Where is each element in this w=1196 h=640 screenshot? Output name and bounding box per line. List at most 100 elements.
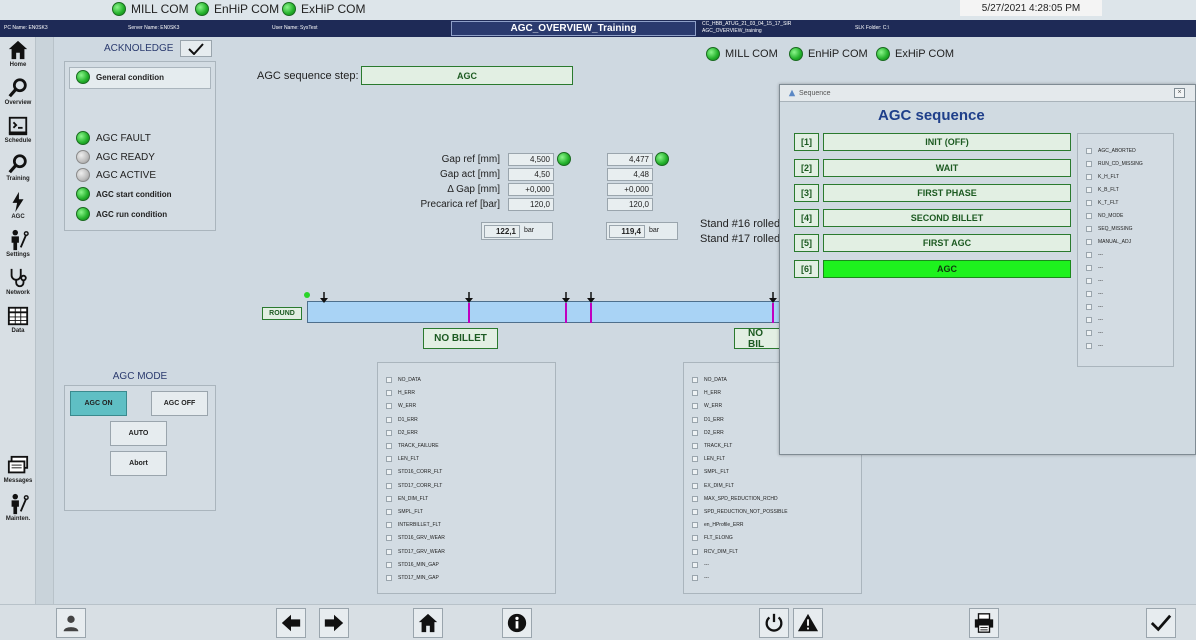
nav-data[interactable]: Data [0, 305, 36, 341]
fault-flag-label: FLT_ELONG [704, 535, 733, 542]
precarica-ref-label: Precarica ref [bar] [420, 199, 500, 210]
mill-com-label: MILL COM [131, 2, 189, 16]
fault-flag-row: --- [1086, 291, 1103, 297]
home-button[interactable] [413, 608, 443, 638]
pc-name: PC Name: EN0SK3 [4, 25, 48, 31]
fault-flag-label: SPD_REDUCTION_NOT_POSSIBLE [704, 509, 788, 515]
close-button[interactable]: × [1174, 88, 1185, 98]
fault-flag-row: SMPL_FLT [386, 509, 423, 515]
status-led-icon [76, 131, 90, 145]
forward-button[interactable] [319, 608, 349, 638]
checkbox-icon [692, 377, 698, 383]
checkbox-icon [1086, 239, 1092, 245]
nav-settings[interactable]: Settings [0, 229, 36, 265]
fault-flag-row: NO_DATA [386, 377, 421, 383]
fault-flag-row: --- [1086, 278, 1103, 284]
confirm-button[interactable] [1146, 608, 1176, 638]
fault-flag-row: H_ERR [386, 390, 415, 397]
nav-network[interactable]: Network [0, 267, 36, 303]
nav-maintenance[interactable]: Mainten. [0, 493, 36, 529]
fault-flag-row: MANUAL_ADJ [1086, 239, 1131, 245]
fault-flag-row: W_ERR [692, 403, 722, 410]
fault-flag-row: STD16_MIN_GAP [386, 561, 439, 568]
checkbox-icon [692, 548, 698, 555]
enhip-com-indicator-right: EnHiP COM [789, 47, 868, 61]
agc-mode-title: AGC MODE [112, 371, 168, 382]
fault-flag-row: RUN_CD_MISSING [1086, 161, 1143, 167]
info-button[interactable] [502, 608, 532, 638]
checkbox-icon [692, 443, 698, 449]
agc-start-condition-label: AGC start condition [96, 189, 172, 199]
fault-flag-label: --- [1098, 252, 1103, 258]
checkbox-icon [386, 377, 392, 383]
lightning-icon [12, 191, 24, 213]
step-wait: WAIT [823, 159, 1071, 177]
enhip-com-label: EnHiP COM [214, 2, 280, 16]
checkbox-icon [1086, 330, 1092, 336]
checkbox-icon [692, 456, 698, 463]
nav-messages[interactable]: Messages [0, 455, 36, 491]
checkbox-icon [692, 390, 698, 397]
checkbox-icon [1086, 317, 1092, 323]
abort-button[interactable]: Abort [110, 451, 167, 476]
sequence-dialog: Sequence × AGC sequence [1] INIT (OFF) [… [779, 84, 1196, 455]
magnifier-icon [8, 154, 27, 174]
stand17-precarica: 120,0 [607, 198, 653, 211]
acknowledge-button[interactable] [180, 40, 212, 57]
fault-flag-row: TRACK_FAILURE [386, 443, 439, 449]
fault-flag-label: TRACK_FLT [704, 443, 733, 449]
gap-ref-label: Gap ref [mm] [441, 154, 500, 165]
exhip-com-label: ExHiP COM [895, 48, 955, 60]
print-button[interactable] [969, 608, 999, 638]
nav-training[interactable]: Training [0, 153, 36, 189]
auto-button[interactable]: AUTO [110, 421, 167, 446]
checkbox-icon [386, 469, 392, 476]
power-button[interactable] [759, 608, 789, 638]
fault-flag-label: TRACK_FAILURE [398, 443, 439, 449]
stand17-pressure-value: 119,4 [609, 225, 645, 238]
checkbox-icon [1086, 252, 1092, 258]
step-number: [5] [794, 234, 819, 252]
stand16-pressure-box: 122,1 bar [481, 222, 553, 240]
step-number: [3] [794, 184, 819, 202]
fault-flag-label: D2_ERR [398, 429, 418, 436]
back-button[interactable] [276, 608, 306, 638]
fault-flag-row: --- [1086, 252, 1103, 258]
checkbox-icon [1086, 174, 1092, 180]
step-number: [2] [794, 159, 819, 177]
fault-flag-row: K_T_FLT [1086, 200, 1118, 206]
user-button[interactable] [56, 608, 86, 638]
person-wrench-icon [11, 229, 29, 251]
fault-flag-row: K_B_FLT [1086, 187, 1119, 193]
checkbox-icon [386, 482, 392, 489]
stand16-gap-act: 4,50 [508, 168, 554, 181]
fault-flag-row: AGC_ABORTED [1086, 148, 1136, 154]
agc-off-button[interactable]: AGC OFF [151, 391, 208, 416]
fault-flag-label: --- [1098, 265, 1103, 271]
agc-fault-label: AGC FAULT [96, 132, 151, 144]
step-number: [4] [794, 209, 819, 227]
fault-flag-label: en_HProfile_ERR [704, 522, 744, 529]
datetime-display: 5/27/2021 4:28:05 PM [960, 0, 1102, 16]
agc-ready-row: AGC READY [76, 150, 155, 164]
conditions-panel [64, 61, 216, 231]
status-led-icon [112, 2, 126, 16]
fault-flag-label: LEN_FLT [704, 456, 726, 463]
fault-flag-row: LEN_FLT [692, 456, 726, 463]
nav-home[interactable]: Home [0, 39, 36, 75]
fault-flag-row: W_ERR [386, 403, 416, 410]
fault-flag-label: SMPL_FLT [704, 469, 729, 476]
agc-active-label: AGC ACTIVE [96, 169, 157, 181]
agc-run-condition-row: AGC run condition [76, 207, 167, 221]
nav-schedule[interactable]: Schedule [0, 115, 36, 151]
fault-flag-label: MANUAL_ADJ [1098, 239, 1132, 245]
agc-ready-label: AGC READY [96, 151, 155, 163]
status-led-icon [76, 187, 90, 201]
alarm-button[interactable] [793, 608, 823, 638]
nav-overview[interactable]: Overview [0, 77, 36, 113]
checkbox-icon [1086, 343, 1092, 349]
checkbox-icon [386, 548, 392, 555]
status-led-icon [76, 168, 90, 182]
agc-on-button[interactable]: AGC ON [70, 391, 127, 416]
nav-agc[interactable]: AGC [0, 191, 36, 227]
